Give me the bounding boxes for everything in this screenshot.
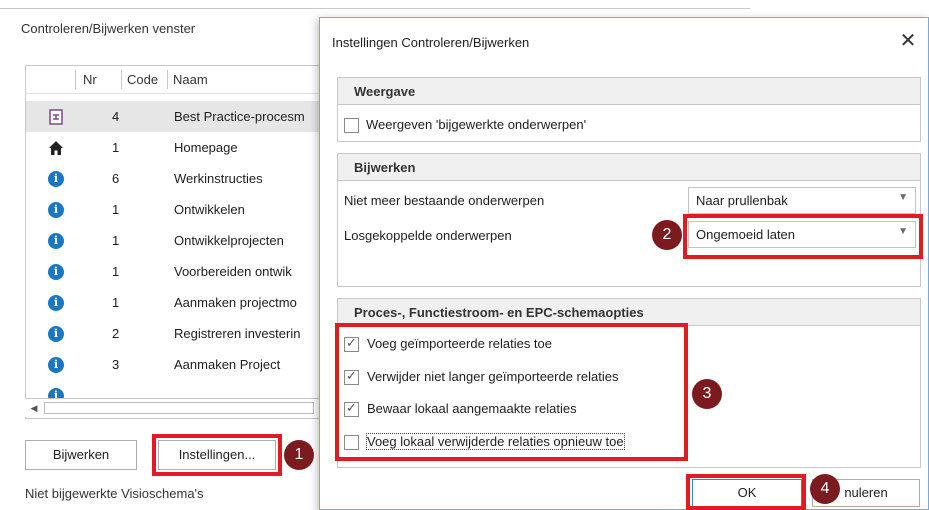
home-icon bbox=[48, 140, 64, 156]
items-list: Nr Code Naam 4 Best Practice-procesm 1 H… bbox=[25, 65, 323, 419]
scrollbar-thumb[interactable] bbox=[44, 402, 314, 414]
item-nr: 1 bbox=[112, 202, 120, 217]
item-nr: 1 bbox=[112, 264, 120, 279]
item-nr: 1 bbox=[112, 140, 120, 155]
step-bubble-3: 3 bbox=[692, 379, 722, 409]
item-nr: 1 bbox=[112, 233, 120, 248]
section-title: Bijwerken bbox=[354, 160, 416, 175]
item-nr: 4 bbox=[112, 109, 120, 124]
list-item[interactable]: i 1 Ontwikkelen bbox=[26, 194, 322, 225]
list-item[interactable]: i 1 Aanmaken projectmo bbox=[26, 287, 322, 318]
column-separator[interactable] bbox=[167, 70, 168, 89]
item-naam: Aanmaken Project bbox=[174, 357, 281, 372]
item-naam: Homepage bbox=[174, 140, 238, 155]
item-naam: Werkinstructies bbox=[174, 171, 263, 186]
info-icon: i bbox=[48, 233, 64, 249]
status-text: Niet bijgewerkte Visioschema's bbox=[25, 486, 204, 501]
column-separator[interactable] bbox=[75, 70, 76, 89]
info-icon: i bbox=[48, 357, 64, 373]
bijwerken-button[interactable]: Bijwerken bbox=[25, 440, 137, 470]
highlight-box-2 bbox=[683, 214, 923, 259]
list-item[interactable]: i 3 Aanmaken Project bbox=[26, 349, 322, 380]
close-icon[interactable]: ✕ bbox=[895, 28, 921, 54]
step-bubble-2: 2 bbox=[652, 220, 682, 250]
list-item[interactable]: 4 Best Practice-procesm bbox=[26, 101, 322, 132]
horizontal-scrollbar[interactable]: ◀ bbox=[25, 398, 321, 417]
item-nr: 3 bbox=[112, 357, 120, 372]
list-item[interactable]: i 1 Ontwikkelprojecten bbox=[26, 225, 322, 256]
chevron-down-icon: ▼ bbox=[898, 192, 908, 203]
section-header: Proces-, Functiestroom- en EPC-schemaopt… bbox=[338, 299, 920, 326]
process-shape-icon bbox=[48, 109, 64, 125]
select-value: Naar prullenbak bbox=[696, 193, 788, 208]
item-nr: 2 bbox=[112, 326, 120, 341]
list-item[interactable]: i 2 Registreren investerin bbox=[26, 318, 322, 349]
section-weergave: Weergave bbox=[337, 77, 921, 142]
info-icon: i bbox=[48, 295, 64, 311]
item-naam: Registreren investerin bbox=[174, 326, 301, 341]
info-icon: i bbox=[48, 202, 64, 218]
step-bubble-1: 1 bbox=[284, 440, 314, 470]
column-separator[interactable] bbox=[121, 70, 122, 89]
info-icon: i bbox=[48, 264, 64, 280]
list-item[interactable]: i 1 Voorbereiden ontwik bbox=[26, 256, 322, 287]
weergeven-checkbox[interactable] bbox=[344, 118, 359, 133]
item-naam: Aanmaken projectmo bbox=[174, 295, 297, 310]
item-naam: Best Practice-procesm bbox=[174, 109, 305, 124]
niet-meer-bestaande-label: Niet meer bestaande onderwerpen bbox=[344, 193, 545, 208]
scroll-left-icon[interactable]: ◀ bbox=[25, 399, 43, 417]
item-nr: 1 bbox=[112, 295, 120, 310]
info-icon: i bbox=[48, 326, 64, 342]
column-header-naam[interactable]: Naam bbox=[173, 72, 208, 87]
highlight-box-3 bbox=[335, 323, 688, 461]
window-top-strip bbox=[0, 0, 750, 9]
highlight-box-4 bbox=[686, 474, 806, 510]
column-header-code[interactable]: Code bbox=[127, 72, 158, 87]
window-title: Controleren/Bijwerken venster bbox=[21, 21, 196, 36]
item-naam: Voorbereiden ontwik bbox=[174, 264, 292, 279]
list-item[interactable]: 1 Homepage bbox=[26, 132, 322, 163]
section-title: Proces-, Functiestroom- en EPC-schemaopt… bbox=[354, 305, 644, 320]
list-header: Nr Code Naam bbox=[26, 66, 322, 94]
item-nr: 6 bbox=[112, 171, 120, 186]
column-header-nr[interactable]: Nr bbox=[83, 72, 97, 87]
losgekoppelde-label: Losgekoppelde onderwerpen bbox=[344, 228, 512, 243]
step-bubble-4: 4 bbox=[810, 474, 840, 504]
info-icon: i bbox=[48, 171, 64, 187]
list-item[interactable]: i 6 Werkinstructies bbox=[26, 163, 322, 194]
niet-meer-bestaande-select[interactable]: Naar prullenbak ▼ bbox=[688, 187, 916, 214]
highlight-box-1 bbox=[152, 434, 282, 476]
weergeven-label: Weergeven 'bijgewerkte onderwerpen' bbox=[366, 117, 587, 132]
section-header: Bijwerken bbox=[338, 154, 920, 181]
item-naam: Ontwikkelen bbox=[174, 202, 245, 217]
section-title: Weergave bbox=[354, 84, 416, 99]
item-naam: Ontwikkelprojecten bbox=[174, 233, 284, 248]
dialog-title: Instellingen Controleren/Bijwerken bbox=[332, 35, 530, 50]
section-header: Weergave bbox=[338, 78, 920, 105]
